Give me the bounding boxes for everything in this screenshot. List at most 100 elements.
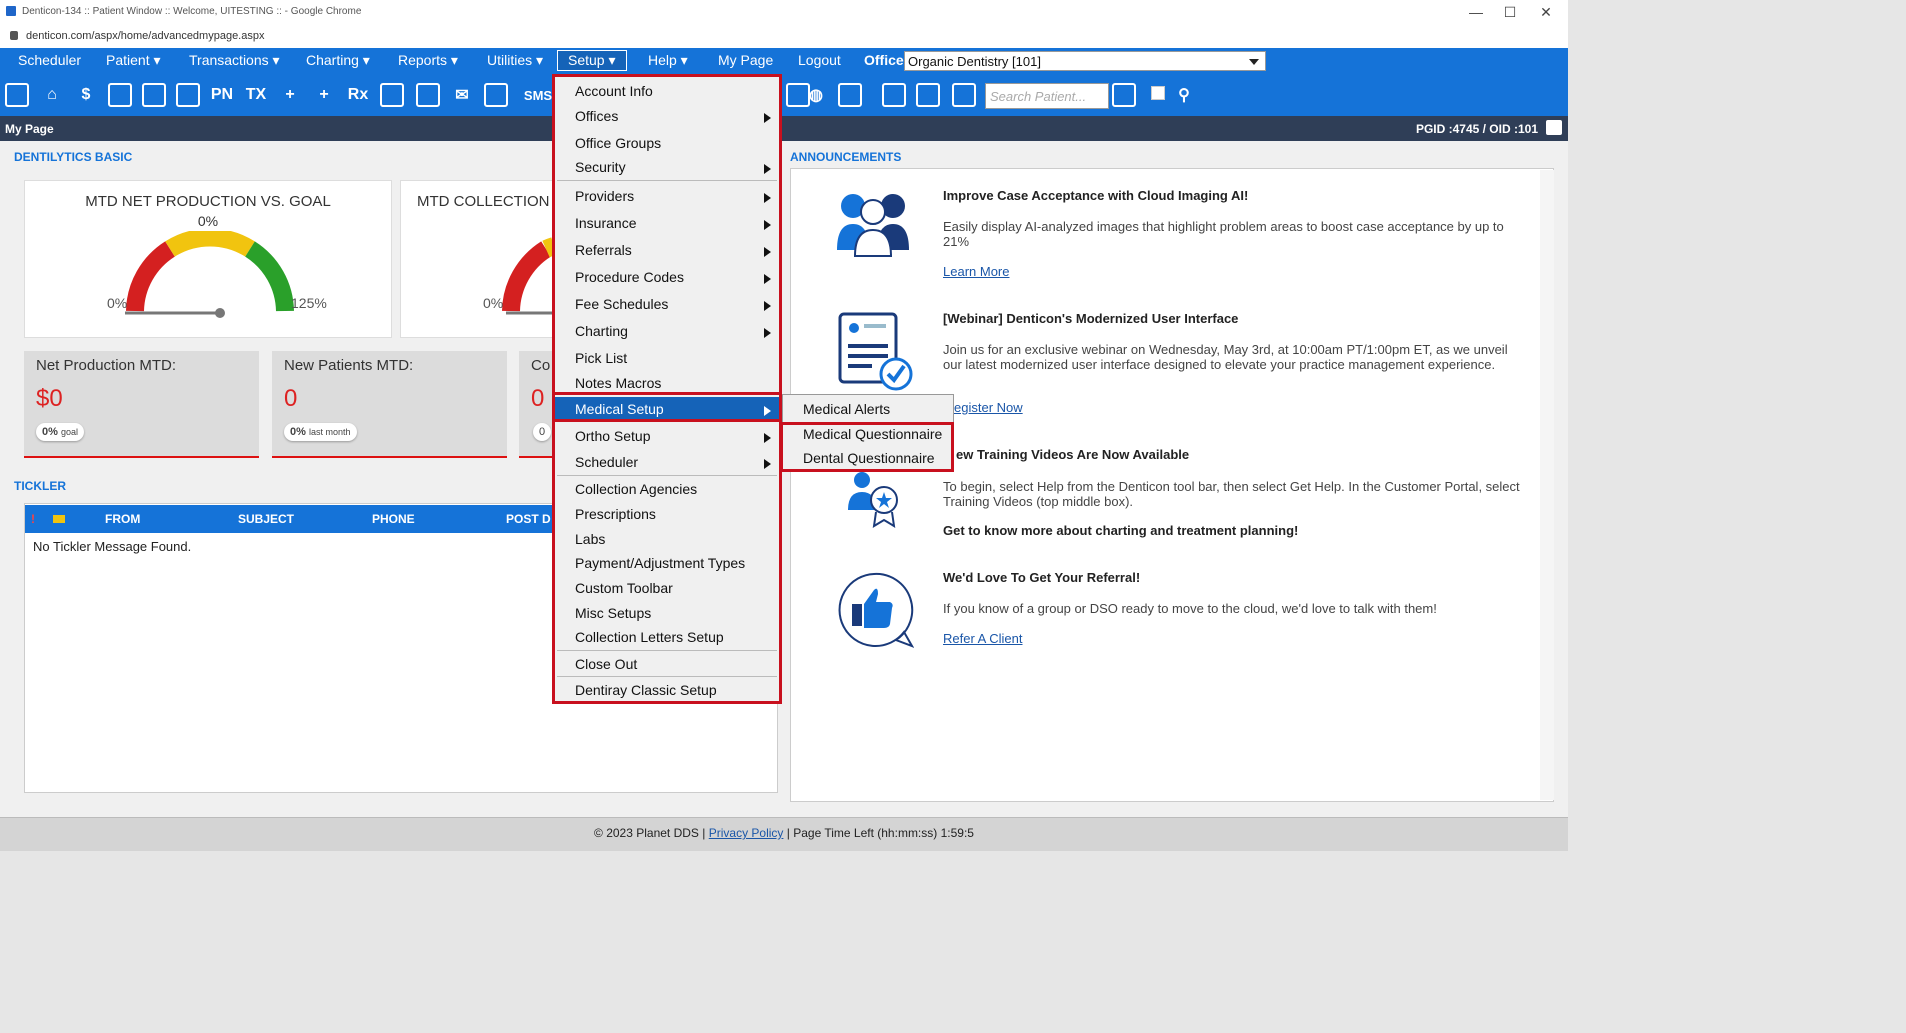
page-title: My Page bbox=[5, 122, 54, 136]
menu-security[interactable]: Security bbox=[555, 155, 779, 180]
privacy-policy-link[interactable]: Privacy Policy bbox=[709, 826, 784, 840]
url-text[interactable]: denticon.com/aspx/home/advancedmypage.as… bbox=[26, 30, 264, 42]
announcement-title: We'd Love To Get Your Referral! bbox=[943, 570, 1141, 585]
menu-referrals[interactable]: Referrals bbox=[555, 238, 779, 263]
nav-setup[interactable]: Setup ▾ bbox=[557, 50, 627, 71]
calendar-icon[interactable] bbox=[3, 80, 31, 110]
menu-custom-toolbar[interactable]: Custom Toolbar bbox=[555, 576, 779, 601]
sms-icon[interactable]: SMS bbox=[524, 80, 552, 110]
minimize-icon[interactable]: — bbox=[1466, 4, 1486, 20]
menu-providers[interactable]: Providers bbox=[555, 184, 779, 209]
patient-search-icon[interactable] bbox=[1110, 80, 1138, 110]
column-phone[interactable]: PHONE bbox=[372, 512, 415, 526]
chevron-down-icon bbox=[1249, 59, 1259, 65]
announcements-title: ANNOUNCEMENTS bbox=[790, 150, 902, 164]
chart-edit-icon[interactable] bbox=[106, 80, 134, 110]
priority-column: ! bbox=[31, 512, 35, 526]
submenu-arrow-icon bbox=[764, 328, 771, 338]
tooth-chart-icon[interactable] bbox=[174, 80, 202, 110]
copyright-text: © 2023 Planet DDS | bbox=[594, 826, 706, 840]
gauge-max: 125% bbox=[291, 295, 327, 311]
menu-prescriptions[interactable]: Prescriptions bbox=[555, 502, 779, 527]
address-bar[interactable]: denticon.com/aspx/home/advancedmypage.as… bbox=[0, 26, 1568, 49]
submenu-arrow-icon bbox=[764, 301, 771, 311]
stat-value: $0 bbox=[36, 385, 63, 412]
stat-collections: Co 0 0 bbox=[519, 351, 553, 458]
menu-office-groups[interactable]: Office Groups bbox=[555, 131, 779, 156]
stat-pill: 0 bbox=[533, 423, 552, 441]
refer-client-link[interactable]: Refer A Client bbox=[943, 631, 1023, 646]
office-select[interactable]: Organic Dentistry [101] bbox=[904, 51, 1266, 71]
setup-menu: Account Info Offices Office Groups Secur… bbox=[552, 74, 782, 704]
add-patient-icon[interactable]: + bbox=[276, 80, 304, 110]
add-family-icon[interactable]: + bbox=[310, 80, 338, 110]
dollar-icon[interactable]: $ bbox=[72, 80, 100, 110]
menu-ortho-setup[interactable]: Ortho Setup bbox=[555, 424, 779, 449]
stat-pill: 0% last month bbox=[284, 423, 357, 441]
tooth-icon[interactable] bbox=[140, 80, 168, 110]
nav-logout[interactable]: Logout bbox=[798, 52, 841, 68]
menu-fee-schedules[interactable]: Fee Schedules bbox=[555, 292, 779, 317]
menu-offices[interactable]: Offices bbox=[555, 104, 779, 129]
notes-icon[interactable] bbox=[378, 80, 406, 110]
group-icon[interactable] bbox=[880, 80, 908, 110]
mail-icon[interactable]: ✉ bbox=[448, 80, 476, 110]
nav-scheduler[interactable]: Scheduler bbox=[18, 52, 81, 68]
questionnaire-highlight bbox=[780, 422, 954, 472]
menu-labs[interactable]: Labs bbox=[555, 527, 779, 552]
submenu-arrow-icon bbox=[764, 193, 771, 203]
checkbox-toggle[interactable] bbox=[1151, 86, 1165, 100]
menu-account-info[interactable]: Account Info bbox=[555, 79, 779, 104]
scrollbar[interactable] bbox=[1540, 170, 1554, 800]
announcement-title: ew Training Videos Are Now Available bbox=[956, 447, 1190, 462]
column-subject[interactable]: SUBJECT bbox=[238, 512, 294, 526]
menu-collection-letters-setup[interactable]: Collection Letters Setup bbox=[555, 625, 779, 650]
submenu-arrow-icon bbox=[764, 164, 771, 174]
window-titlebar: Denticon-134 :: Patient Window :: Welcom… bbox=[0, 0, 1568, 27]
maximize-icon[interactable]: ☐ bbox=[1500, 4, 1520, 21]
stat-net-production: Net Production MTD: $0 0% goal bbox=[24, 351, 259, 458]
rx-icon[interactable]: Rx bbox=[344, 80, 372, 110]
tx-icon[interactable]: TX bbox=[242, 80, 270, 110]
download-icon[interactable] bbox=[950, 80, 978, 110]
gauge-arc bbox=[125, 231, 294, 318]
menu-collection-agencies[interactable]: Collection Agencies bbox=[555, 477, 779, 502]
menu-dentiray-classic-setup[interactable]: Dentiray Classic Setup bbox=[555, 678, 779, 703]
nav-reports[interactable]: Reports ▾ bbox=[398, 52, 458, 69]
printer-icon[interactable] bbox=[914, 80, 942, 110]
checklist-icon[interactable] bbox=[836, 80, 864, 110]
stat-pill: 0% goal bbox=[36, 423, 84, 441]
menu-scheduler[interactable]: Scheduler bbox=[555, 450, 779, 475]
menu-procedure-codes[interactable]: Procedure Codes bbox=[555, 265, 779, 290]
document-icon[interactable] bbox=[414, 80, 442, 110]
menu-close-out[interactable]: Close Out bbox=[555, 652, 779, 677]
column-from[interactable]: FROM bbox=[105, 512, 140, 526]
print-icon[interactable] bbox=[1546, 120, 1562, 135]
pn-icon[interactable]: PN bbox=[208, 80, 236, 110]
search-user-icon[interactable]: ⚲ bbox=[1170, 80, 1198, 110]
register-now-link[interactable]: egister Now bbox=[954, 400, 1023, 415]
search-patient-input[interactable]: Search Patient... bbox=[985, 83, 1109, 109]
menu-charting[interactable]: Charting bbox=[555, 319, 779, 344]
nav-utilities[interactable]: Utilities ▾ bbox=[487, 52, 543, 69]
home-icon[interactable]: ⌂ bbox=[38, 80, 66, 110]
nav-help[interactable]: Help ▾ bbox=[648, 52, 688, 69]
menu-payment-adjustment-types[interactable]: Payment/Adjustment Types bbox=[555, 551, 779, 576]
announcement-text: Join us for an exclusive webinar on Wedn… bbox=[943, 342, 1508, 372]
learn-more-link[interactable]: Learn More bbox=[943, 264, 1009, 279]
gauge-collection: MTD COLLECTION 0% bbox=[400, 180, 554, 338]
app-icon bbox=[6, 6, 16, 16]
menu-pick-list[interactable]: Pick List bbox=[555, 346, 779, 371]
menu-misc-setups[interactable]: Misc Setups bbox=[555, 601, 779, 626]
column-post-date[interactable]: POST D bbox=[506, 512, 551, 526]
globe-icon[interactable]: ◍ bbox=[802, 80, 830, 110]
nav-charting[interactable]: Charting ▾ bbox=[306, 52, 370, 69]
menu-insurance[interactable]: Insurance bbox=[555, 211, 779, 236]
window-title: Denticon-134 :: Patient Window :: Welcom… bbox=[22, 6, 362, 17]
close-icon[interactable]: ✕ bbox=[1536, 4, 1556, 21]
nav-patient[interactable]: Patient ▾ bbox=[106, 52, 161, 69]
message-icon[interactable] bbox=[482, 80, 510, 110]
nav-my-page[interactable]: My Page bbox=[718, 52, 773, 68]
nav-transactions[interactable]: Transactions ▾ bbox=[189, 52, 280, 69]
submenu-medical-alerts[interactable]: Medical Alerts bbox=[783, 397, 953, 421]
